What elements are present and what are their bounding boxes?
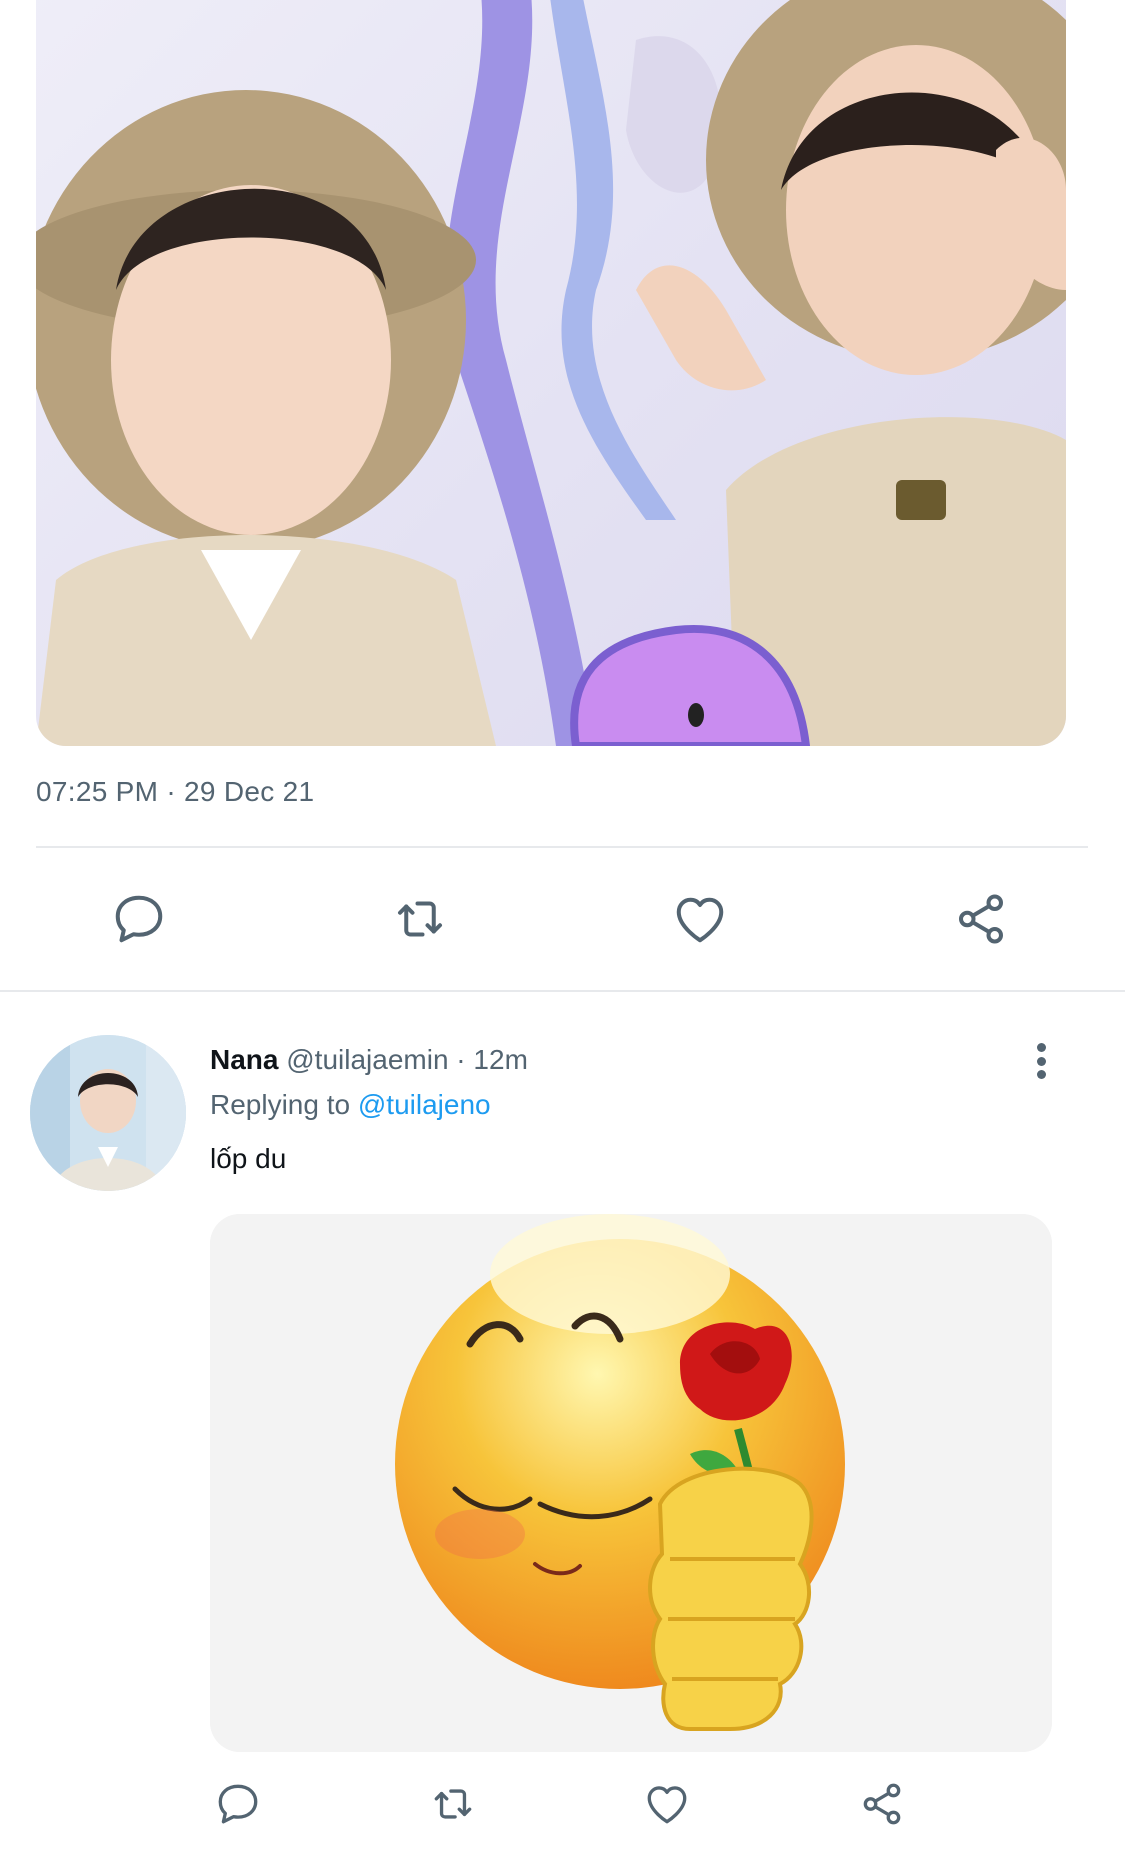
reply-icon <box>115 895 163 943</box>
more-vertical-icon <box>1036 1043 1046 1052</box>
reply-button[interactable] <box>106 886 172 952</box>
like-button[interactable] <box>639 1776 695 1832</box>
share-button[interactable] <box>854 1776 910 1832</box>
replying-to-line: Replying to @tuilajeno <box>210 1089 491 1121</box>
more-options-button[interactable] <box>1026 1040 1056 1082</box>
heart-icon <box>647 1786 687 1824</box>
tweet-media-photo[interactable] <box>36 0 1066 746</box>
retweet-button[interactable] <box>425 1776 481 1832</box>
reply-action-bar <box>210 1776 910 1832</box>
tweet-action-bar <box>106 886 1014 952</box>
reply-media-photo[interactable] <box>210 1214 1052 1752</box>
share-icon <box>863 1783 901 1825</box>
retweet-button[interactable] <box>387 886 453 952</box>
reply-time: 12m <box>473 1044 528 1075</box>
retweet-icon <box>397 901 442 937</box>
replying-prefix: Replying to <box>210 1089 358 1120</box>
separator: · <box>448 1044 474 1075</box>
username[interactable]: @tuilajaemin <box>286 1044 448 1075</box>
heart-icon <box>677 897 724 943</box>
reply-button[interactable] <box>210 1776 266 1832</box>
share-icon <box>958 894 1003 944</box>
avatar[interactable] <box>30 1035 186 1191</box>
like-button[interactable] <box>667 886 733 952</box>
tweet-separator <box>0 990 1125 992</box>
reply-icon <box>218 1784 258 1824</box>
reply-header: Nana @tuilajaemin · 12m <box>210 1044 528 1076</box>
tweet-timestamp: 07:25 PM · 29 Dec 21 <box>36 776 315 807</box>
display-name[interactable]: Nana <box>210 1044 278 1075</box>
share-button[interactable] <box>948 886 1014 952</box>
replying-to-mention[interactable]: @tuilajeno <box>358 1089 491 1120</box>
reply-text: lốp du <box>210 1143 287 1174</box>
divider <box>36 846 1088 848</box>
retweet-icon <box>434 1789 471 1819</box>
